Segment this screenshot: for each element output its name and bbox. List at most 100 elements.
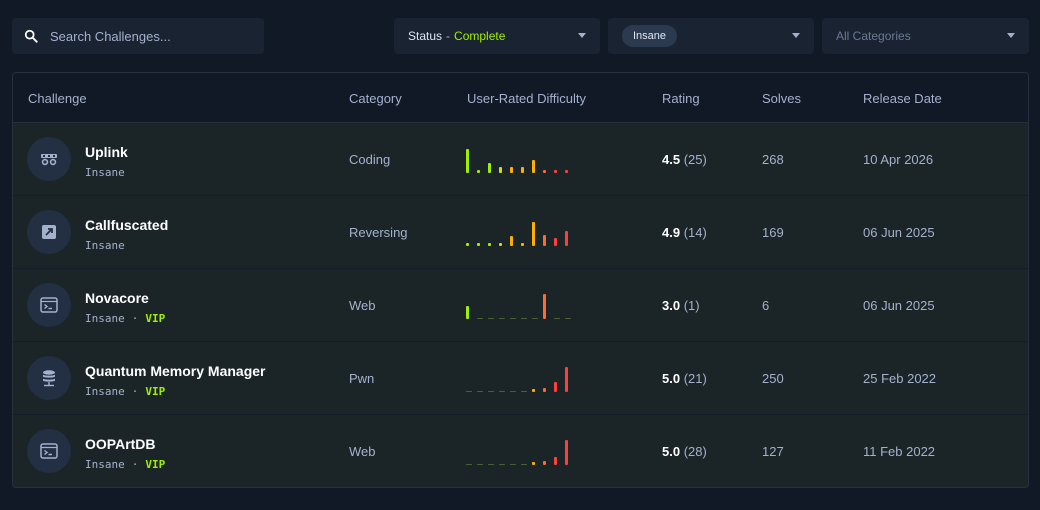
challenge-meta: Insane · VIP — [85, 458, 165, 471]
challenge-release-date: 06 Jun 2025 — [863, 298, 935, 313]
challenge-category: Pwn — [349, 371, 375, 386]
difficulty-bar-10 — [565, 170, 568, 173]
challenge-avatar — [27, 429, 71, 473]
filter-bar: Status - Complete Insane All Categories — [12, 18, 1029, 54]
difficulty-bar-5 — [510, 391, 516, 392]
terminal-window-icon — [40, 443, 58, 459]
column-header-rating[interactable]: Rating — [662, 91, 700, 106]
column-header-difficulty[interactable]: User-Rated Difficulty — [467, 91, 586, 106]
challenge-name[interactable]: Novacore — [85, 290, 149, 306]
difficulty-bar-3 — [488, 391, 494, 392]
rating-votes: (1) — [683, 298, 700, 313]
challenge-solves: 169 — [762, 225, 784, 240]
challenge-name[interactable]: Uplink — [85, 144, 128, 160]
category-filter-placeholder: All Categories — [836, 29, 911, 43]
challenge-name[interactable]: Callfuscated — [85, 217, 168, 233]
table-header: Challenge Category User-Rated Difficulty… — [13, 73, 1028, 123]
category-filter-select[interactable]: All Categories — [822, 18, 1029, 54]
difficulty-bar-3 — [488, 163, 491, 173]
rating-votes: (21) — [683, 371, 707, 386]
table-row[interactable]: Novacore Insane · VIP Web 3.0 (1) 6 06 Jun… — [13, 269, 1028, 342]
challenge-meta: Insane · VIP — [85, 385, 165, 398]
column-header-release-date[interactable]: Release Date — [863, 91, 942, 106]
challenge-difficulty: Insane — [85, 385, 125, 398]
status-filter-select[interactable]: Status - Complete — [394, 18, 600, 54]
challenge-release-date: 06 Jun 2025 — [863, 225, 935, 240]
challenge-avatar — [27, 283, 71, 327]
difficulty-bar-6 — [521, 167, 524, 173]
table-row[interactable]: Quantum Memory Manager Insane · VIP Pwn 5.… — [13, 342, 1028, 415]
difficulty-bar-7 — [532, 462, 535, 465]
chevron-down-icon — [792, 33, 800, 38]
difficulty-bar-3 — [488, 464, 494, 465]
difficulty-bar-9 — [554, 382, 557, 392]
difficulty-bar-1 — [466, 391, 472, 392]
challenge-category: Web — [349, 444, 376, 459]
difficulty-distribution-chart — [466, 143, 570, 173]
difficulty-bar-4 — [499, 464, 505, 465]
challenge-release-date: 25 Feb 2022 — [863, 371, 937, 386]
difficulty-bar-10 — [565, 318, 571, 319]
rating-value: 4.5 — [662, 152, 681, 167]
difficulty-filter-chip[interactable]: Insane — [622, 25, 678, 47]
challenge-difficulty: Insane — [85, 312, 125, 325]
difficulty-bar-5 — [510, 318, 516, 319]
challenge-rating: 4.5 (25) — [662, 152, 707, 167]
difficulty-bar-9 — [554, 238, 557, 246]
difficulty-bar-1 — [466, 306, 469, 319]
difficulty-bar-3 — [488, 318, 494, 319]
meta-separator: · — [131, 458, 139, 471]
difficulty-distribution-chart — [466, 216, 570, 246]
table-row[interactable]: OOPArtDB Insane · VIP Web 5.0 (28) 127 11 … — [13, 415, 1028, 487]
rating-votes: (25) — [683, 152, 707, 167]
difficulty-bar-3 — [488, 243, 491, 246]
challenge-meta: Insane · VIP — [85, 312, 165, 325]
rating-votes: (14) — [683, 225, 707, 240]
difficulty-bar-8 — [543, 388, 546, 392]
search-box[interactable] — [12, 18, 264, 54]
rating-votes: (28) — [683, 444, 707, 459]
challenge-meta: Insane — [85, 239, 125, 252]
reversing-icon — [42, 225, 56, 239]
rating-value: 3.0 — [662, 298, 681, 313]
difficulty-filter-select[interactable]: Insane — [608, 18, 814, 54]
challenge-release-date: 10 Apr 2026 — [863, 152, 934, 167]
meta-separator: · — [131, 385, 139, 398]
difficulty-bar-8 — [543, 294, 546, 319]
difficulty-bar-7 — [532, 318, 538, 319]
challenge-avatar — [27, 356, 71, 400]
chevron-down-icon — [578, 33, 586, 38]
column-header-challenge[interactable]: Challenge — [28, 91, 87, 106]
vip-badge: VIP — [145, 458, 166, 471]
column-header-solves[interactable]: Solves — [762, 91, 801, 106]
challenge-release-date: 11 Feb 2022 — [863, 444, 936, 459]
challenge-rating: 4.9 (14) — [662, 225, 707, 240]
table-row[interactable]: Uplink Insane Coding 4.5 (25) 268 10 Apr… — [13, 123, 1028, 196]
challenge-rating: 3.0 (1) — [662, 298, 700, 313]
rating-value: 4.9 — [662, 225, 681, 240]
challenge-name[interactable]: OOPArtDB — [85, 436, 156, 452]
difficulty-distribution-chart — [466, 435, 570, 465]
challenge-name[interactable]: Quantum Memory Manager — [85, 363, 265, 379]
difficulty-bar-4 — [499, 243, 502, 246]
difficulty-bar-2 — [477, 391, 483, 392]
challenge-category: Web — [349, 298, 376, 313]
table-row[interactable]: Callfuscated Insane Reversing 4.9 (14) 1… — [13, 196, 1028, 269]
challenge-avatar — [27, 137, 71, 181]
challenges-table: Challenge Category User-Rated Difficulty… — [12, 72, 1029, 488]
rating-value: 5.0 — [662, 444, 681, 459]
search-input[interactable] — [50, 28, 240, 44]
rating-value: 5.0 — [662, 371, 681, 386]
status-filter-value: Complete — [454, 29, 506, 43]
difficulty-bar-9 — [554, 170, 557, 173]
difficulty-bar-6 — [521, 243, 524, 246]
challenge-category: Coding — [349, 152, 391, 167]
status-filter-label: Status — [408, 29, 443, 43]
search-icon — [24, 29, 38, 43]
column-header-category[interactable]: Category — [349, 91, 402, 106]
difficulty-bar-4 — [499, 167, 502, 173]
challenge-difficulty: Insane — [85, 166, 125, 179]
challenge-difficulty: Insane — [85, 239, 125, 252]
difficulty-bar-2 — [477, 318, 483, 319]
difficulty-bar-5 — [510, 464, 516, 465]
